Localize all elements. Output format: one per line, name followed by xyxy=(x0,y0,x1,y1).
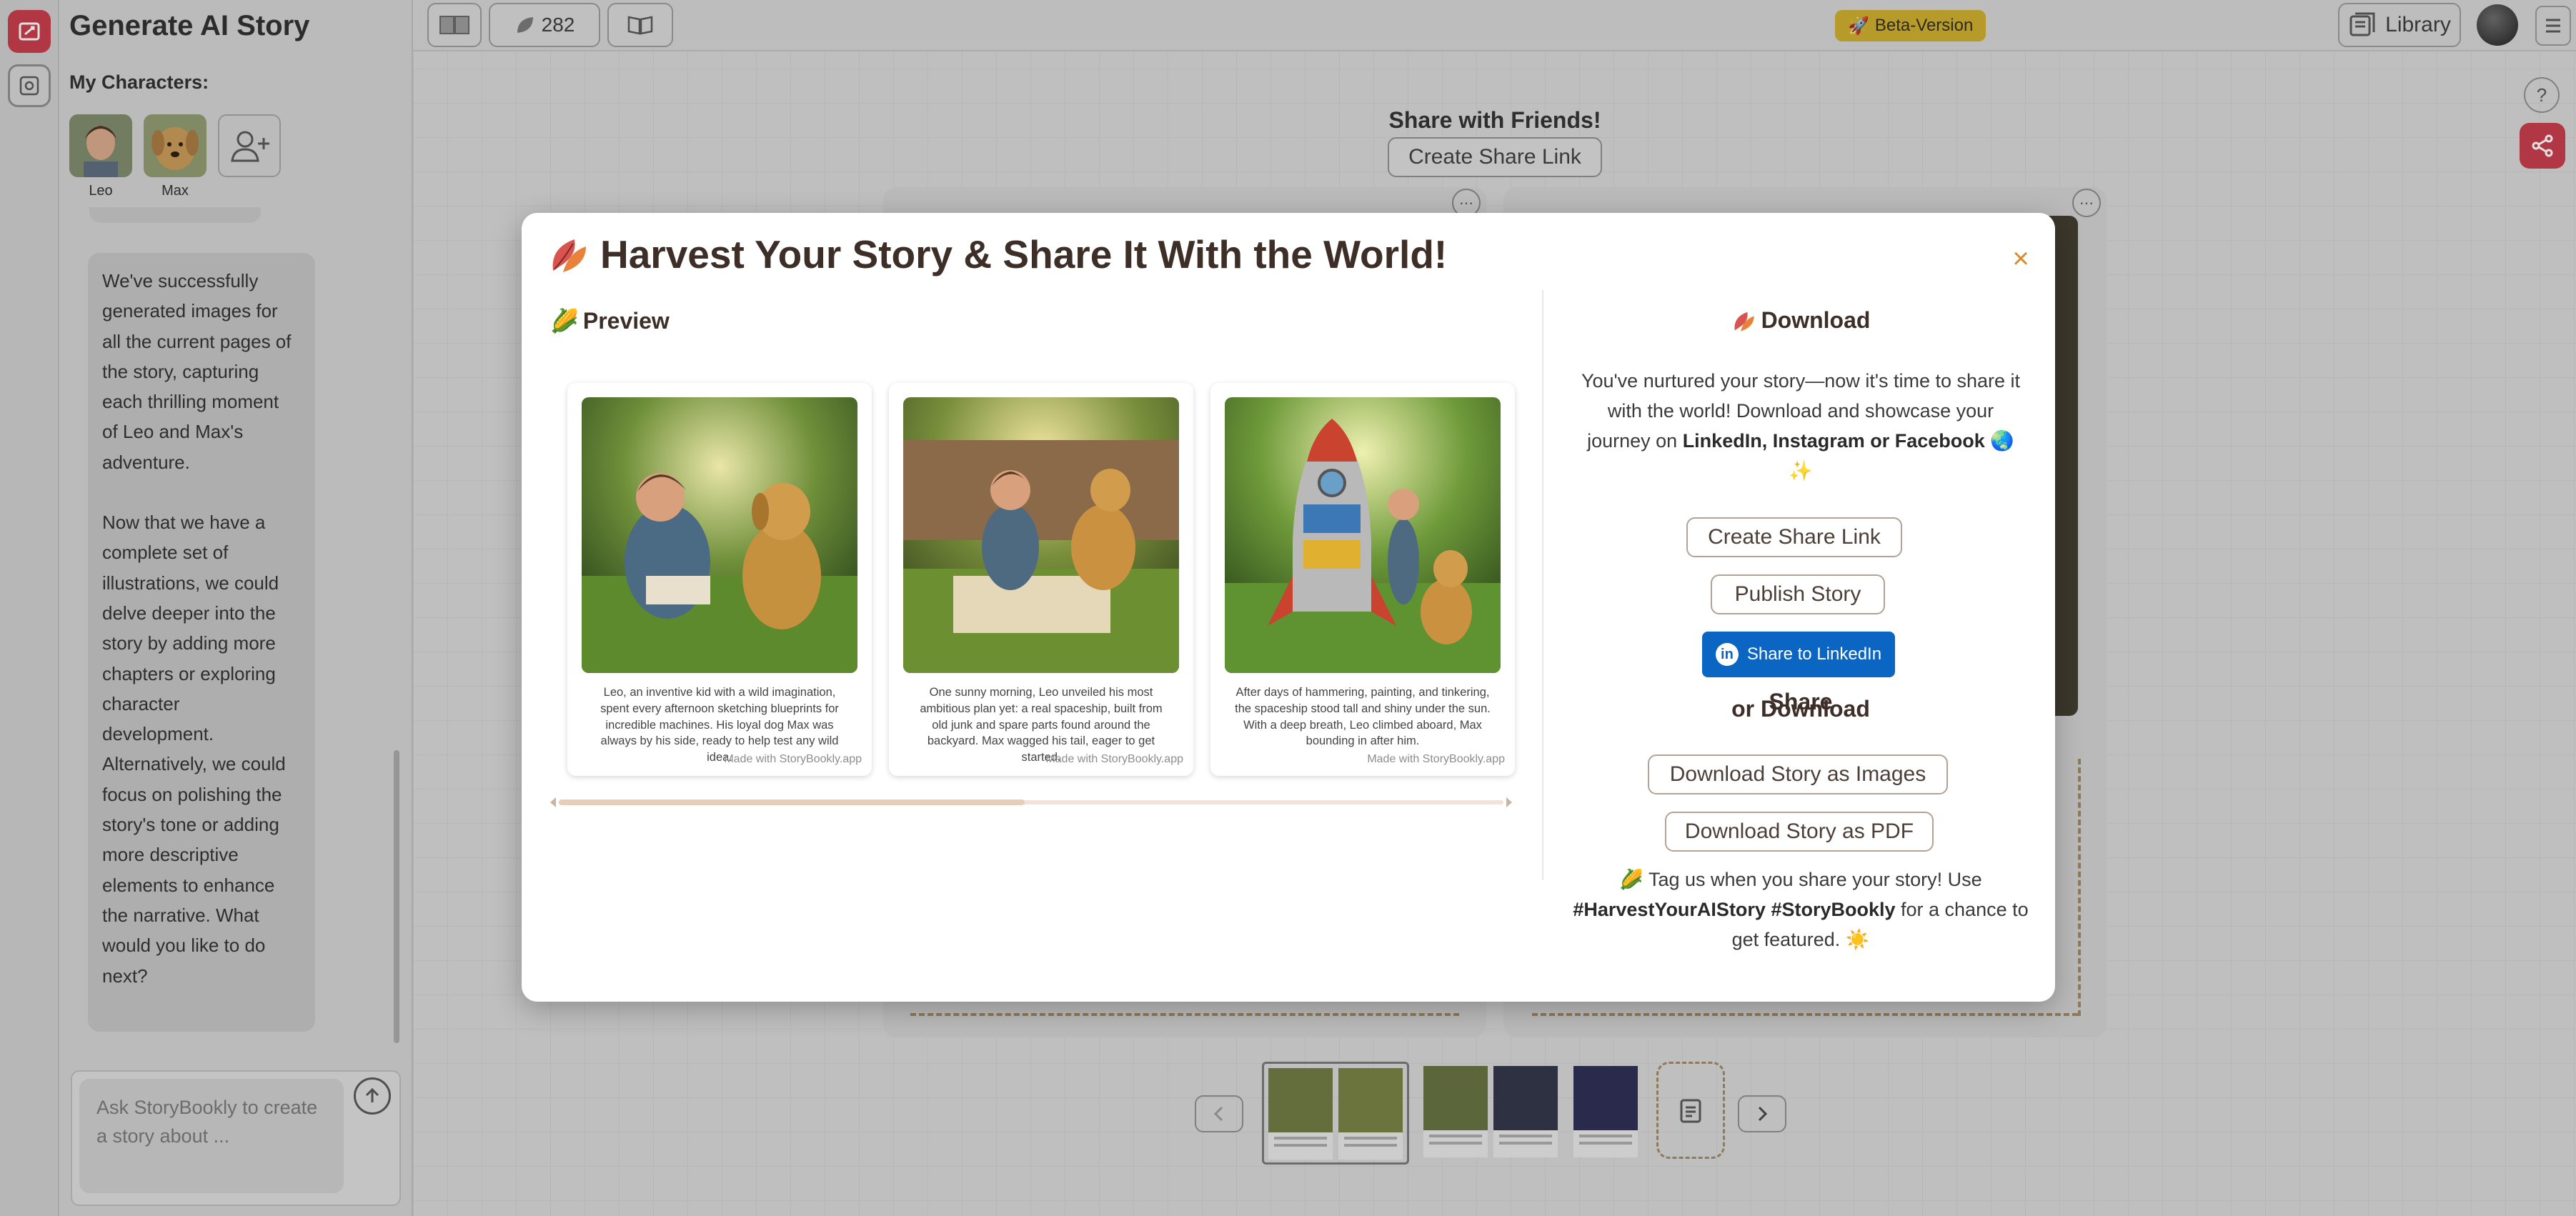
page-illustration xyxy=(1225,397,1501,673)
description-platforms: LinkedIn, Instagram or Facebook xyxy=(1682,430,1985,452)
share-to-linkedin-button[interactable]: in Share to LinkedIn xyxy=(1702,632,1895,677)
leaf-logo-icon xyxy=(552,239,586,272)
scroll-thumb[interactable] xyxy=(559,799,1025,805)
linkedin-label: Share to LinkedIn xyxy=(1746,644,1882,664)
scroll-right-icon[interactable] xyxy=(1506,797,1512,807)
download-heading-text: Download xyxy=(1761,307,1871,333)
preview-page-card: Leo, an inventive kid with a wild imagin… xyxy=(567,383,872,776)
tag-text-start: 🌽 Tag us when you share your story! Use xyxy=(1619,869,1982,890)
preview-label: Preview xyxy=(582,307,670,334)
download-heading: Download xyxy=(1546,307,2055,334)
leaf-logo-icon xyxy=(1734,312,1754,332)
create-share-link-button[interactable]: Create Share Link xyxy=(1686,517,1902,557)
column-divider xyxy=(1542,290,1543,880)
preview-page-card: After days of hammering, painting, and t… xyxy=(1210,383,1515,776)
scroll-left-icon[interactable] xyxy=(550,797,556,807)
page-text: After days of hammering, painting, and t… xyxy=(1235,686,1491,748)
watermark: Made with StoryBookly.app xyxy=(1045,753,1183,765)
linkedin-icon: in xyxy=(1715,643,1739,666)
publish-story-button[interactable]: Publish Story xyxy=(1711,574,1885,614)
download-description: You've nurtured your story—now it's time… xyxy=(1575,366,2027,486)
watermark: Made with StoryBookly.app xyxy=(1367,753,1505,765)
preview-carousel[interactable]: Leo, an inventive kid with a wild imagin… xyxy=(567,383,1525,990)
page-illustration xyxy=(903,397,1179,673)
preview-scrollbar[interactable] xyxy=(550,797,1512,807)
download-pdf-button[interactable]: Download Story as PDF xyxy=(1665,812,1934,852)
tag-us-text: 🌽 Tag us when you share your story! Use … xyxy=(1568,864,2034,955)
download-images-button[interactable]: Download Story as Images xyxy=(1648,754,1948,794)
share-modal: Harvest Your Story & Share It With the W… xyxy=(522,213,2055,1002)
hashtags: #HarvestYourAIStory #StoryBookly xyxy=(1573,899,1896,920)
close-modal-button[interactable]: × xyxy=(2005,243,2037,274)
preview-heading: 🌽 Preview xyxy=(550,307,670,334)
modal-title: Harvest Your Story & Share It With the W… xyxy=(547,231,1447,277)
corn-icon: 🌽 xyxy=(550,308,579,334)
preview-page-card: One sunny morning, Leo unveiled his most… xyxy=(889,383,1193,776)
modal-title-text: Harvest Your Story & Share It With the W… xyxy=(600,232,1448,276)
page-illustration xyxy=(582,397,857,673)
or-download-label: or Download xyxy=(1731,696,1870,722)
watermark: Made with StoryBookly.app xyxy=(724,753,862,765)
